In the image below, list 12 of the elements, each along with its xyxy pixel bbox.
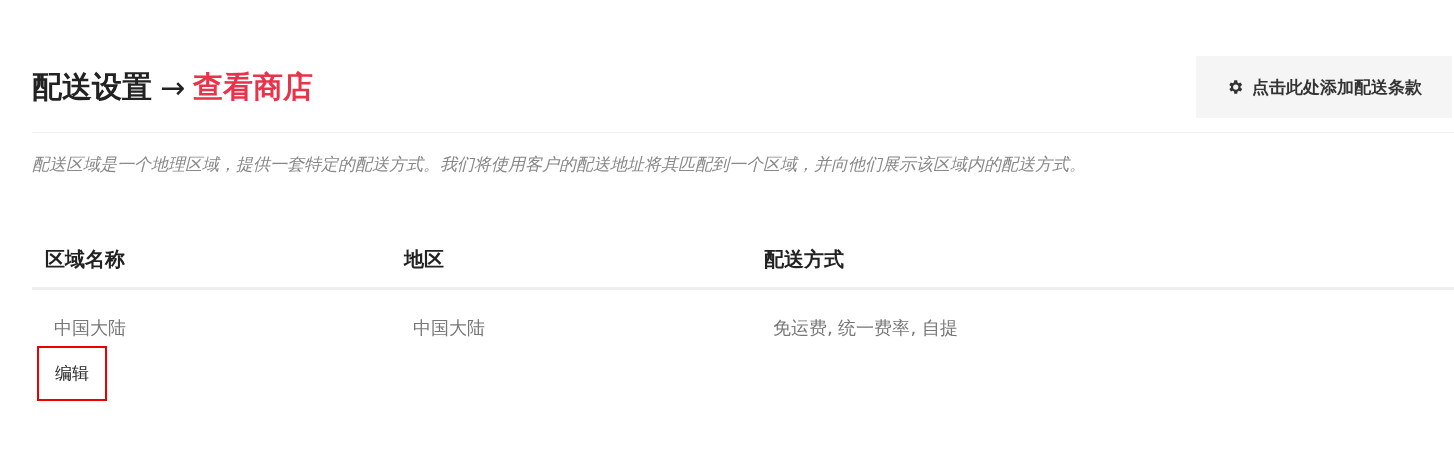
description-text: 配送区域是一个地理区域，提供一套特定的配送方式。我们将使用客户的配送地址将其匹配到一个区域，并向他们展示该区域内的配送方式。 xyxy=(32,153,1087,176)
zone-name: 中国大陆 xyxy=(53,316,126,340)
page-title: 配送设置 xyxy=(32,67,152,106)
arrow-glyph: → xyxy=(160,69,186,105)
edit-link[interactable]: 编辑 xyxy=(37,346,107,401)
add-shipping-button[interactable]: 点击此处添加配送条款 xyxy=(1196,56,1452,118)
column-header: 区域名称 xyxy=(44,246,126,273)
region-cell-text: 中国大陆 xyxy=(412,316,485,340)
column-header: 配送方式 xyxy=(763,246,845,273)
methods-cell-text: 免运费, 统一费率, 自提 xyxy=(772,316,958,340)
column-header: 地区 xyxy=(402,246,445,273)
view-store-link[interactable]: 查看商店 xyxy=(193,66,314,108)
